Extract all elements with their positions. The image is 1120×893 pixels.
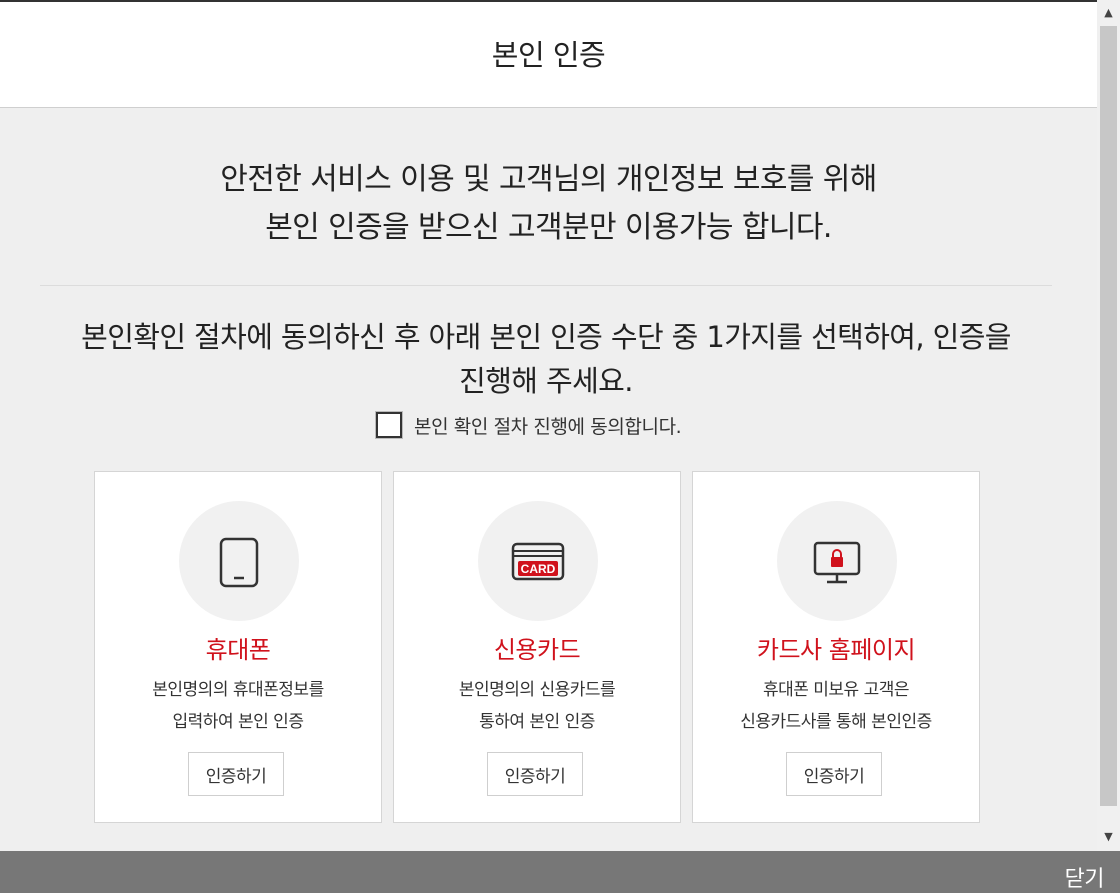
agreement-label[interactable]: 본인 확인 절차 진행에 동의합니다. — [414, 412, 682, 439]
method-title: 신용카드 — [493, 636, 581, 664]
footer-bar: 닫기 — [0, 851, 1120, 893]
method-desc-line-2: 통하여 본인 인증 — [479, 712, 595, 732]
agreement-checkbox[interactable] — [376, 412, 402, 438]
method-title: 카드사 홈페이지 — [756, 636, 916, 664]
close-button[interactable]: 닫기 — [1065, 861, 1105, 893]
method-desc-line-1: 본인명의의 신용카드를 — [458, 680, 616, 700]
intro-text: 안전한 서비스 이용 및 고객님의 개인정보 보호를 위해 본인 인증을 받으신… — [0, 156, 1097, 252]
method-desc-line-2: 입력하여 본인 인증 — [172, 712, 304, 732]
method-icon-circle: CARD — [478, 501, 598, 621]
instruction-text: 본인확인 절차에 동의하신 후 아래 본인 인증 수단 중 1가지를 선택하여,… — [40, 315, 1052, 403]
method-description: 본인명의의 신용카드를 통하여 본인 인증 — [394, 674, 680, 738]
scroll-thumb[interactable] — [1100, 26, 1117, 806]
monitor-lock-icon — [813, 541, 861, 584]
intro-line-2: 본인 인증을 받으신 고객분만 이용가능 합니다. — [265, 210, 832, 245]
method-card-credit-card: CARD 신용카드 본인명의의 신용카드를 통하여 본인 인증 인증하기 — [393, 471, 681, 823]
verify-credit-card-button[interactable]: 인증하기 — [487, 752, 583, 796]
method-desc-line-1: 본인명의의 휴대폰정보를 — [152, 680, 324, 700]
scroll-up-arrow-icon[interactable]: ▲ — [1097, 2, 1120, 24]
method-card-mobile: 휴대폰 본인명의의 휴대폰정보를 입력하여 본인 인증 인증하기 — [94, 471, 382, 823]
method-description: 휴대폰 미보유 고객은 신용카드사를 통해 본인인증 — [693, 674, 979, 738]
verify-mobile-button[interactable]: 인증하기 — [188, 752, 284, 796]
verify-card-company-button[interactable]: 인증하기 — [786, 752, 882, 796]
agreement-row[interactable]: 본인 확인 절차 진행에 동의합니다. — [376, 410, 682, 440]
page-title: 본인 인증 — [491, 38, 606, 72]
method-card-card-company: 카드사 홈페이지 휴대폰 미보유 고객은 신용카드사를 통해 본인인증 인증하기 — [692, 471, 980, 823]
modal-header: 본인 인증 — [0, 2, 1097, 108]
card-icon-text: CARD — [521, 562, 556, 576]
mobile-phone-icon — [219, 537, 259, 588]
method-icon-circle — [179, 501, 299, 621]
method-description: 본인명의의 휴대폰정보를 입력하여 본인 인증 — [95, 674, 381, 738]
divider — [40, 285, 1052, 286]
scroll-down-arrow-icon[interactable]: ▼ — [1097, 826, 1120, 848]
credit-card-icon: CARD — [511, 542, 565, 581]
instruction-line-2: 진행해 주세요. — [459, 364, 633, 398]
method-icon-circle — [777, 501, 897, 621]
method-title: 휴대폰 — [205, 636, 271, 664]
instruction-line-1: 본인확인 절차에 동의하신 후 아래 본인 인증 수단 중 1가지를 선택하여,… — [81, 320, 1011, 354]
vertical-scrollbar[interactable]: ▲ ▼ — [1097, 0, 1120, 851]
intro-line-1: 안전한 서비스 이용 및 고객님의 개인정보 보호를 위해 — [220, 162, 877, 197]
method-desc-line-2: 신용카드사를 통해 본인인증 — [740, 712, 932, 732]
method-desc-line-1: 휴대폰 미보유 고객은 — [762, 680, 910, 700]
